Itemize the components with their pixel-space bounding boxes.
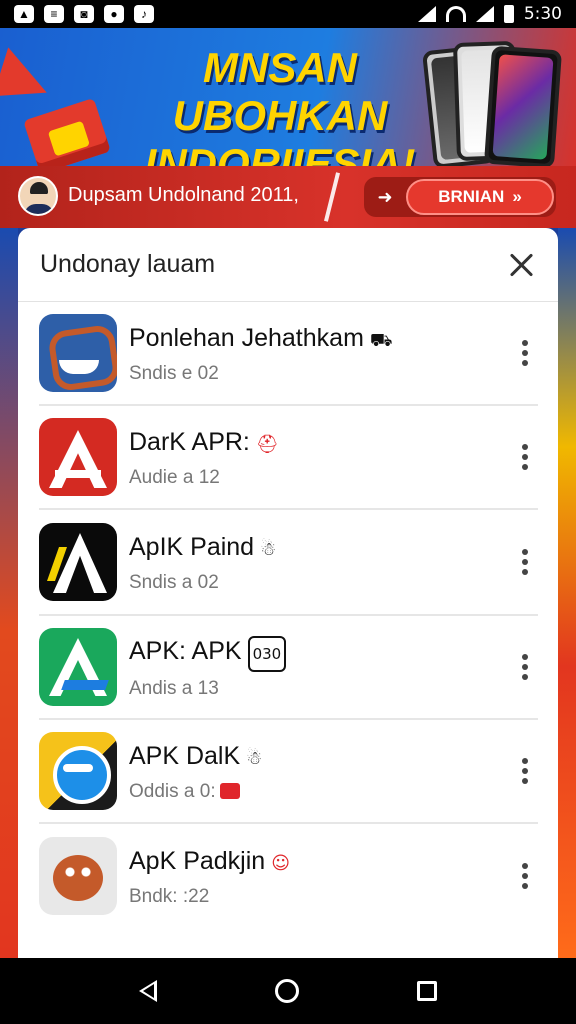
user-strip: Dupsam Undolnand 2011, ➜ BRNIAN » (0, 166, 576, 228)
app-name: DarK APR: ⛑ (129, 426, 279, 461)
app-name-badge: ⛑ (255, 433, 279, 455)
dark-apr-app-icon[interactable] (39, 418, 117, 496)
app-name-badge: ⛟ (369, 329, 393, 351)
list-item[interactable]: APK: APK 030 Andis a 13 (39, 616, 538, 720)
app-name-text: APK DalK (129, 741, 241, 770)
app-list: Ponlehan Jehathkam ⛟ Sndis e 02 DarK APR:… (18, 302, 558, 928)
list-item[interactable]: DarK APR: ⛑ Audie a 12 (39, 406, 538, 510)
navigation-bar (0, 958, 576, 1024)
ponlehan-app-icon[interactable] (39, 314, 117, 392)
app-name: Ponlehan Jehathkam ⛟ (129, 322, 393, 357)
more-options-icon[interactable] (520, 654, 530, 680)
dialog-header: Undonay lauam (18, 228, 558, 302)
app-name-badge: 030 (247, 635, 287, 672)
app-name-text: ApK Padkjin (129, 846, 266, 875)
cell-signal-icon (475, 6, 494, 22)
camera-icon: ◙ (74, 5, 94, 23)
dialog-title: Undonay lauam (40, 250, 216, 278)
apk-apk-app-icon[interactable] (39, 628, 117, 706)
kite-decoration-icon (0, 47, 57, 118)
app-subtitle-text: Oddis a 0: (129, 780, 216, 802)
app-name-badge: ☺ (271, 852, 290, 874)
more-options-icon[interactable] (520, 863, 530, 889)
media-icon: ● (104, 5, 124, 23)
app-notification-icon: ▲ (14, 5, 34, 23)
notification-icons: ▲ ≡ ◙ ● ♪ (14, 5, 154, 23)
list-item[interactable]: ApIK Paind ☃ Sndis a 02 (39, 510, 538, 616)
browse-label: BRNIAN (438, 187, 505, 206)
app-name: APK: APK 030 (129, 635, 287, 672)
item-texts: ApIK Paind ☃ Sndis a 02 (129, 531, 276, 594)
item-texts: APK DalK ☃ Oddis a 0: (129, 740, 262, 803)
apik-paind-app-icon[interactable] (39, 523, 117, 601)
battery-icon (503, 5, 514, 23)
app-name-text: Ponlehan Jehathkam (129, 323, 364, 352)
list-item[interactable]: ApK Padkjin ☺ Bndk: :22 (39, 824, 538, 928)
browse-button[interactable]: ➜ BRNIAN » (364, 177, 556, 217)
banner-title: MNSAN UBOHKAN INDORIIESIA! (144, 44, 416, 168)
more-options-icon[interactable] (520, 758, 530, 784)
avatar[interactable] (18, 176, 58, 216)
status-bar: ▲ ≡ ◙ ● ♪ 5:30 (0, 0, 576, 28)
app-subtitle: Sndis a 02 (129, 571, 219, 593)
home-icon[interactable] (275, 979, 299, 1003)
background-right (558, 228, 576, 958)
user-greeting: Dupsam Undolnand 2011, (68, 184, 299, 206)
clock: 5:30 (523, 4, 562, 24)
more-options-icon[interactable] (520, 549, 530, 575)
app-subtitle: Andis a 13 (129, 677, 219, 699)
signal-icon (417, 6, 436, 22)
wifi-icon (445, 6, 466, 22)
app-name-badge: ☃ (260, 538, 277, 560)
item-texts: Ponlehan Jehathkam ⛟ Sndis e 02 (129, 322, 393, 385)
app-name-text: APK: APK (129, 636, 242, 665)
news-icon: ≡ (44, 5, 64, 23)
item-texts: ApK Padkjin ☺ Bndk: :22 (129, 845, 290, 908)
close-icon[interactable] (508, 251, 536, 279)
app-subtitle: Audie a 12 (129, 466, 220, 488)
more-options-icon[interactable] (520, 444, 530, 470)
list-item[interactable]: Ponlehan Jehathkam ⛟ Sndis e 02 (39, 302, 538, 406)
app-name-badge: ☃ (246, 747, 263, 769)
app-subtitle: Oddis a 0: (129, 781, 262, 803)
apk-padkjin-app-icon[interactable] (39, 837, 117, 915)
phone-illustration-icon (483, 45, 563, 168)
recent-apps-icon[interactable] (417, 981, 437, 1001)
app-name: ApIK Paind ☃ (129, 531, 276, 566)
divider (324, 172, 340, 222)
app-subtitle: Sndis e 02 (129, 362, 219, 384)
item-texts: DarK APR: ⛑ Audie a 12 (129, 426, 279, 489)
red-tag-icon (219, 783, 240, 800)
app-name-text: DarK APR: (129, 427, 250, 456)
app-name: APK DalK ☃ (129, 740, 262, 775)
system-icons: 5:30 (417, 4, 562, 24)
promo-banner[interactable]: MNSAN UBOHKAN INDORIIESIA! (0, 28, 576, 168)
app-name: ApK Padkjin ☺ (129, 845, 290, 880)
arrow-right-icon: ➜ (377, 186, 393, 207)
gift-box-icon (23, 97, 111, 168)
app-subtitle: Bndk: :22 (129, 885, 210, 907)
browse-pill[interactable]: BRNIAN » (406, 179, 554, 215)
more-options-icon[interactable] (520, 340, 530, 366)
music-icon: ♪ (134, 5, 154, 23)
app-list-dialog: Undonay lauam Ponlehan Jehathkam ⛟ Sndis … (18, 228, 558, 958)
app-name-text: ApIK Paind (129, 532, 255, 561)
apk-dalk-app-icon[interactable] (39, 732, 117, 810)
back-icon[interactable] (139, 980, 157, 1002)
double-arrow-icon: » (512, 187, 522, 206)
item-texts: APK: APK 030 Andis a 13 (129, 635, 287, 700)
list-item[interactable]: APK DalK ☃ Oddis a 0: (39, 720, 538, 824)
background-left (0, 228, 18, 958)
